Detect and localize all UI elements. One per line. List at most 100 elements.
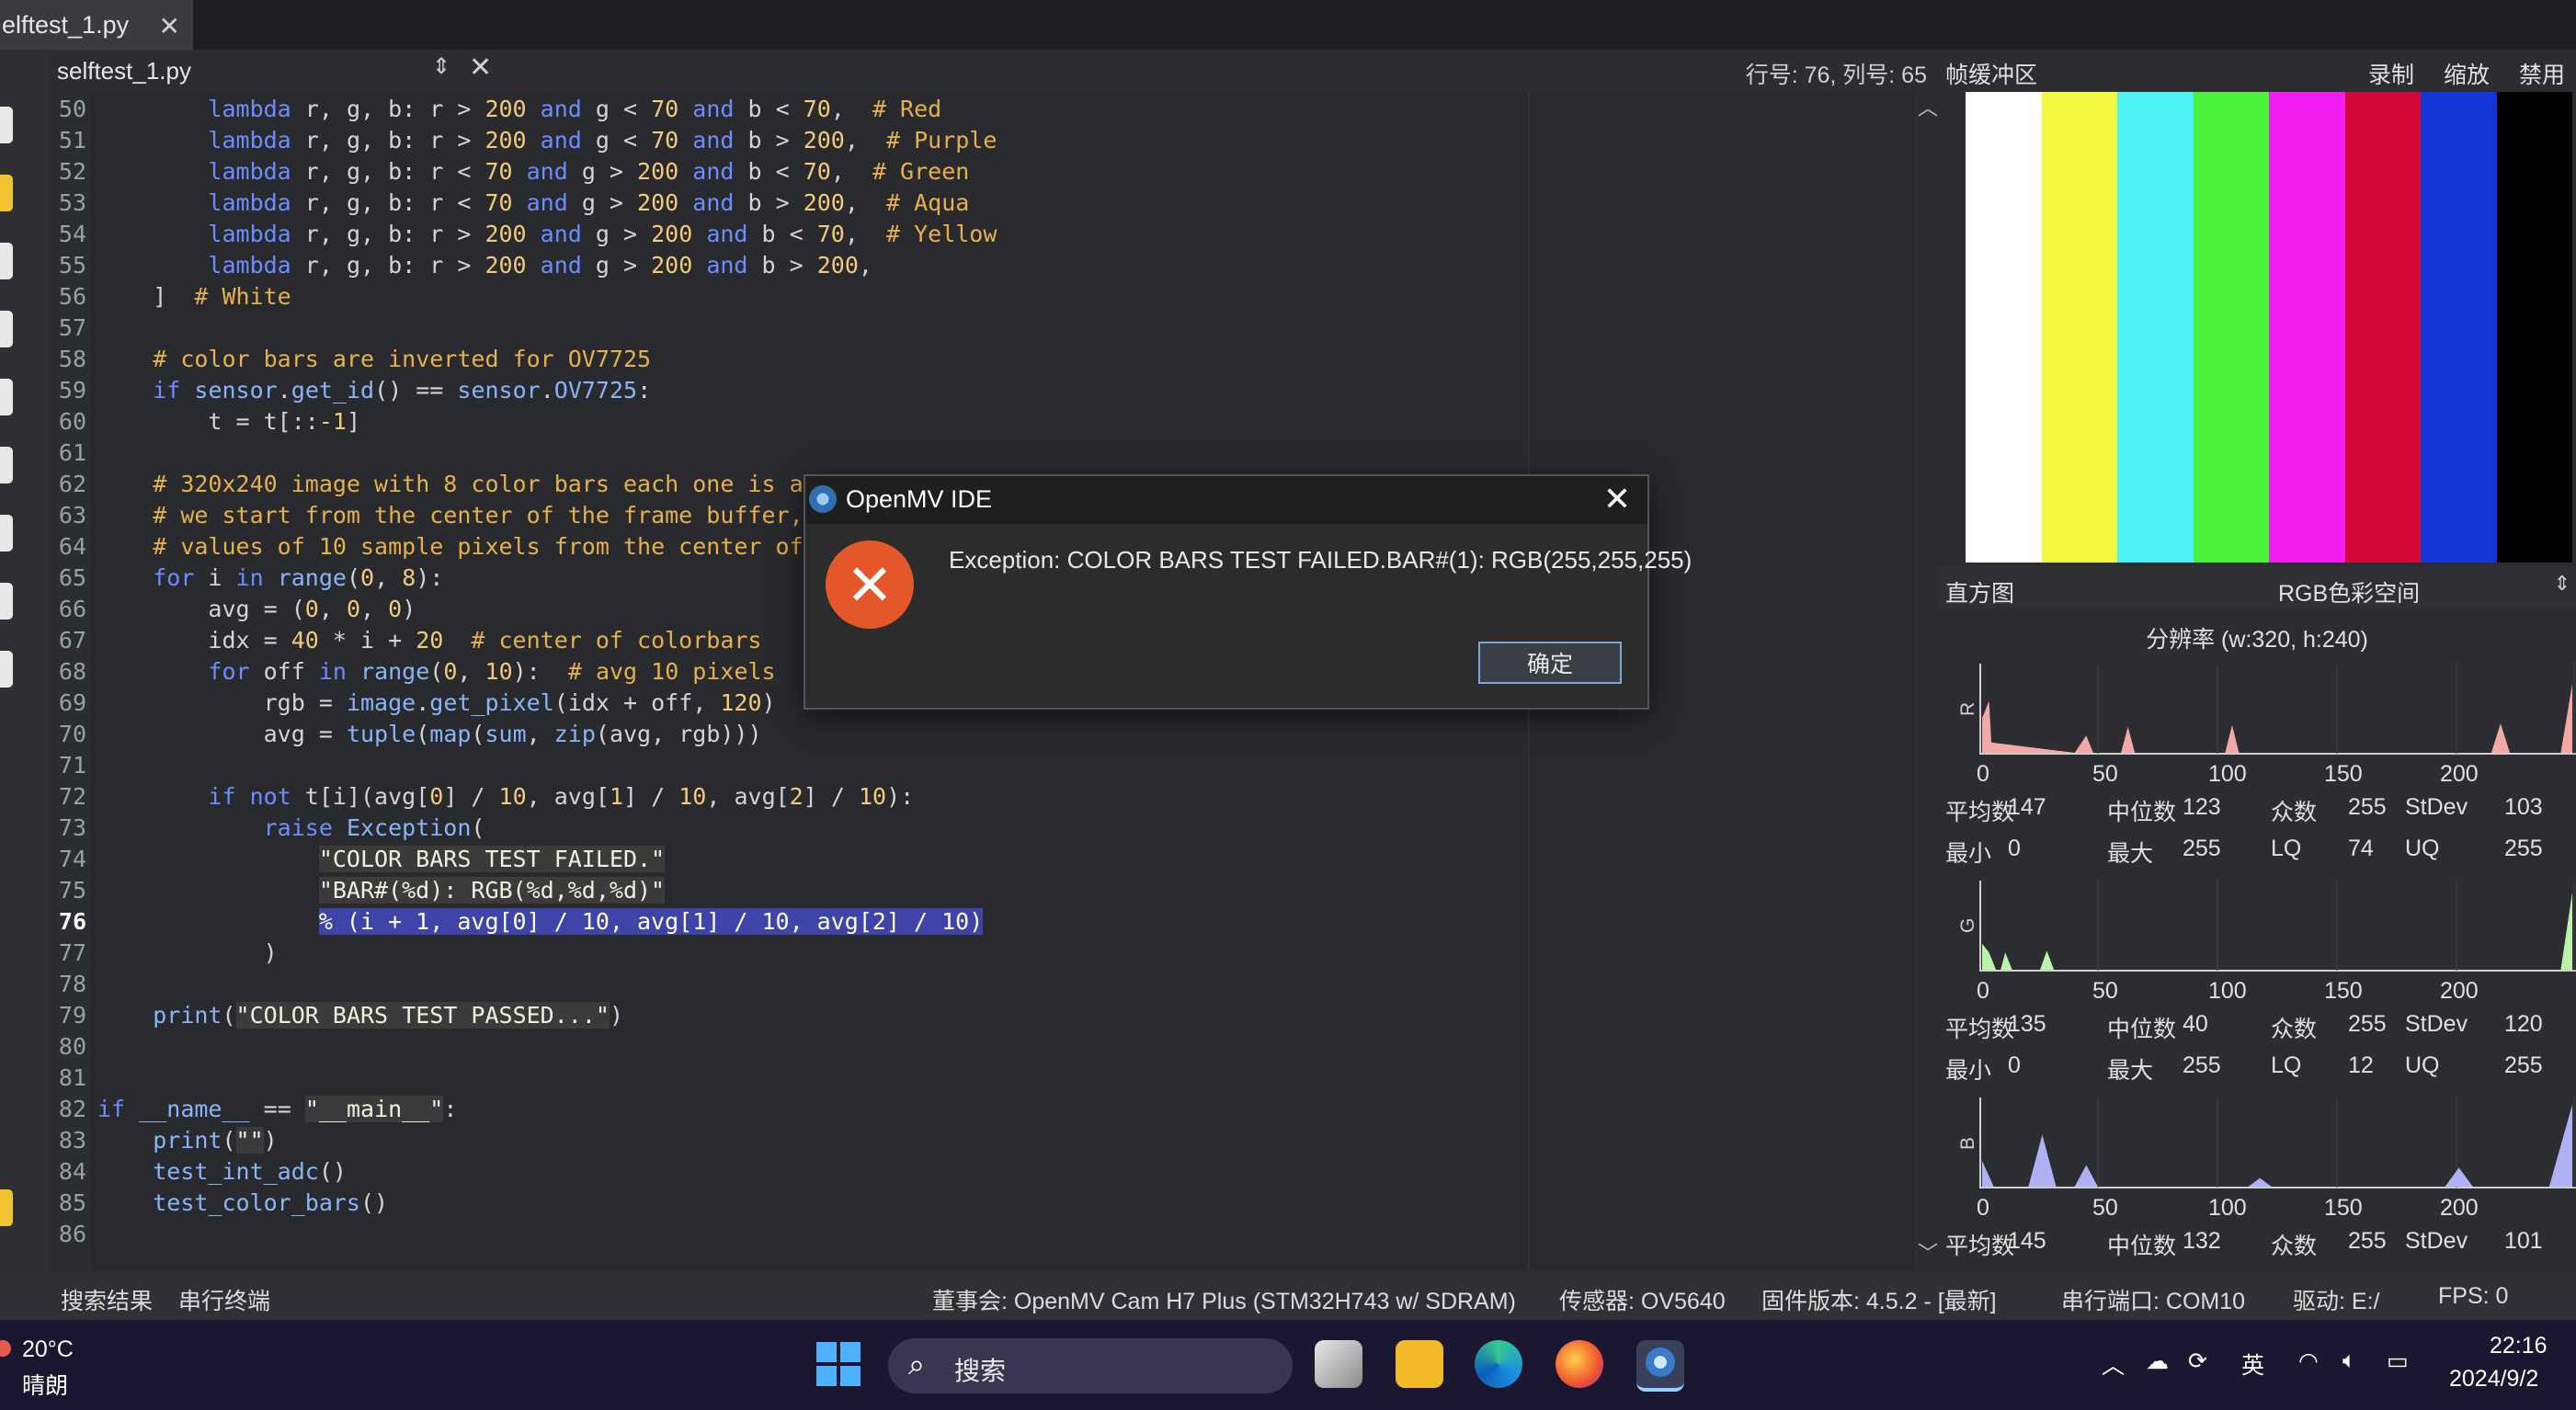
start-button[interactable]	[816, 1342, 861, 1386]
record-button[interactable]: 录制	[2368, 57, 2414, 90]
toolbar-button-9[interactable]	[0, 651, 13, 688]
code-line[interactable]: print("COLOR BARS TEST PASSED...")	[97, 1002, 623, 1029]
code-line[interactable]: raise Exception(	[97, 814, 485, 841]
battery-icon[interactable]: ▭	[2387, 1347, 2409, 1375]
toolbar-button-2[interactable]	[0, 175, 13, 211]
code-line[interactable]: for off in range(0, 10): # avg 10 pixels	[97, 658, 775, 685]
serial-terminal-tab[interactable]: 串行终端	[178, 1283, 270, 1316]
histogram-axis-label: G	[1957, 917, 1978, 933]
close-icon[interactable]: ✕	[159, 11, 180, 41]
stat-label-lq: LQ	[2271, 836, 2302, 861]
file-tab-label: elftest_1.py	[2, 10, 130, 39]
ime-indicator[interactable]: 英	[2241, 1347, 2264, 1381]
dialog-close-icon[interactable]: ✕	[1603, 480, 1631, 518]
taskbar-search[interactable]: ⌕ 搜索	[888, 1338, 1293, 1393]
line-number: 69	[58, 689, 86, 716]
scroll-up-icon[interactable]: ︿	[1918, 92, 1938, 121]
disable-button[interactable]: 禁用	[2519, 57, 2565, 90]
cursor-position: 行号: 76, 列号: 65	[1745, 63, 1927, 88]
stat-label-max: 最大	[2107, 1058, 2154, 1084]
editor-filename[interactable]: selftest_1.py	[57, 57, 191, 85]
ok-button[interactable]: 确定	[1478, 642, 1622, 684]
stat-label-max: 最大	[2107, 841, 2154, 867]
stat-label-uq: UQ	[2405, 1052, 2440, 1078]
connect-button[interactable]	[0, 1189, 13, 1226]
edge-browser-icon[interactable]	[1475, 1340, 1522, 1388]
zoom-button[interactable]: 缩放	[2444, 57, 2490, 90]
toolbar-button-1[interactable]	[0, 107, 13, 143]
code-line[interactable]: t = t[::-1]	[97, 408, 360, 435]
code-line[interactable]: for i in range(0, 8):	[97, 564, 443, 591]
line-number: 52	[58, 158, 86, 185]
close-editor-icon[interactable]: ✕	[469, 51, 492, 84]
toolbar-button-3[interactable]	[0, 243, 13, 279]
dropdown-icon[interactable]: ⇕	[2554, 572, 2570, 596]
code-line[interactable]: )	[97, 939, 278, 966]
line-number: 60	[58, 408, 86, 435]
toolbar-button-6[interactable]	[0, 447, 13, 483]
line-number: 83	[58, 1127, 86, 1154]
sync-icon[interactable]: ⟳	[2188, 1347, 2207, 1375]
code-line[interactable]: lambda r, g, b: r > 200 and g < 70 and b…	[97, 96, 941, 122]
stat-label-median: 中位数	[2107, 800, 2177, 825]
editor-scrollbar[interactable]: ︿ ﹀	[1916, 92, 1938, 1270]
search-results-tab[interactable]: 搜索结果	[61, 1283, 153, 1316]
code-line[interactable]: avg = tuple(map(sum, zip(avg, rgb)))	[97, 721, 762, 747]
error-icon: ✕	[826, 540, 914, 629]
code-line[interactable]: lambda r, g, b: r > 200 and g < 70 and b…	[97, 127, 997, 154]
code-line[interactable]: "BAR#(%d): RGB(%d,%d,%d)"	[97, 877, 666, 904]
toolbar-button-4[interactable]	[0, 311, 13, 347]
code-line[interactable]: lambda r, g, b: r < 70 and g > 200 and b…	[97, 158, 969, 185]
file-explorer-icon[interactable]	[1396, 1340, 1443, 1388]
code-line[interactable]: idx = 40 * i + 20 # center of colorbars	[97, 627, 761, 654]
code-line[interactable]: print("")	[97, 1127, 278, 1154]
code-line[interactable]: "COLOR BARS TEST FAILED."	[97, 846, 666, 872]
cloud-icon[interactable]: ☁	[2146, 1347, 2169, 1375]
wifi-icon[interactable]: ◠	[2298, 1347, 2319, 1375]
code-line[interactable]: % (i + 1, avg[0] / 10, avg[1] / 10, avg[…	[97, 908, 984, 935]
code-line[interactable]: if sensor.get_id() == sensor.OV7725:	[97, 377, 651, 404]
line-number: 64	[58, 533, 86, 560]
clock-time[interactable]: 22:16	[2490, 1333, 2548, 1359]
code-line[interactable]: test_int_adc()	[97, 1158, 347, 1185]
stat-value-stdev: 101	[2504, 1228, 2543, 1254]
code-line[interactable]: ] # White	[97, 283, 291, 310]
code-line[interactable]: # color bars are inverted for OV7725	[97, 346, 651, 372]
histogram-tick: 50	[2092, 978, 2118, 1004]
scroll-down-icon[interactable]: ﹀	[1918, 1237, 1938, 1267]
line-number: 58	[58, 346, 86, 372]
code-line[interactable]: if not t[i](avg[0] / 10, avg[1] / 10, av…	[97, 783, 914, 810]
firmware-info[interactable]: 固件版本: 4.5.2 - [最新]	[1761, 1283, 1997, 1316]
stat-value-mean: 145	[2008, 1228, 2046, 1254]
tray-chevron-icon[interactable]: ︿	[2102, 1347, 2125, 1381]
file-tab[interactable]: elftest_1.py ✕	[0, 0, 193, 52]
histogram-header: 直方图 RGB色彩空间 ⇕	[1938, 566, 2576, 608]
openmv-ide-icon[interactable]	[1636, 1340, 1684, 1392]
exception-dialog: OpenMV IDE ✕ ✕ Exception: COLOR BARS TES…	[804, 474, 1692, 710]
histogram-tick: 0	[1977, 761, 1989, 787]
colorspace-select[interactable]: RGB色彩空间	[2278, 575, 2420, 608]
line-number: 74	[58, 846, 86, 872]
task-view-icon[interactable]	[1315, 1340, 1362, 1388]
code-line[interactable]: test_color_bars()	[97, 1189, 388, 1216]
volume-icon[interactable]: 🔈︎	[2342, 1347, 2356, 1374]
toolbar-button-8[interactable]	[0, 583, 13, 620]
code-line[interactable]: avg = (0, 0, 0)	[97, 596, 416, 622]
dialog-title: OpenMV IDE	[846, 485, 993, 513]
code-line[interactable]: lambda r, g, b: r > 200 and g > 200 and …	[97, 252, 872, 279]
dialog-message: Exception: COLOR BARS TEST FAILED.BAR#(1…	[949, 546, 1693, 574]
code-line[interactable]: if __name__ == "__main__":	[97, 1096, 457, 1122]
line-number: 81	[58, 1064, 86, 1091]
stat-value-max: 255	[2183, 836, 2221, 861]
stat-label-stdev: StDev	[2405, 794, 2468, 820]
clock-date[interactable]: 2024/9/2	[2449, 1366, 2538, 1393]
file-switch-icon[interactable]: ⇕	[432, 53, 450, 80]
firefox-icon[interactable]	[1556, 1340, 1603, 1388]
toolbar-button-7[interactable]	[0, 515, 13, 551]
stat-value-stdev: 120	[2504, 1011, 2543, 1037]
toolbar-button-5[interactable]	[0, 379, 13, 415]
code-line[interactable]: lambda r, g, b: r > 200 and g > 200 and …	[97, 221, 997, 247]
dialog-titlebar: OpenMV IDE ✕	[805, 476, 1647, 524]
code-line[interactable]: rgb = image.get_pixel(idx + off, 120)	[97, 689, 776, 716]
code-line[interactable]: lambda r, g, b: r < 70 and g > 200 and b…	[97, 189, 969, 216]
